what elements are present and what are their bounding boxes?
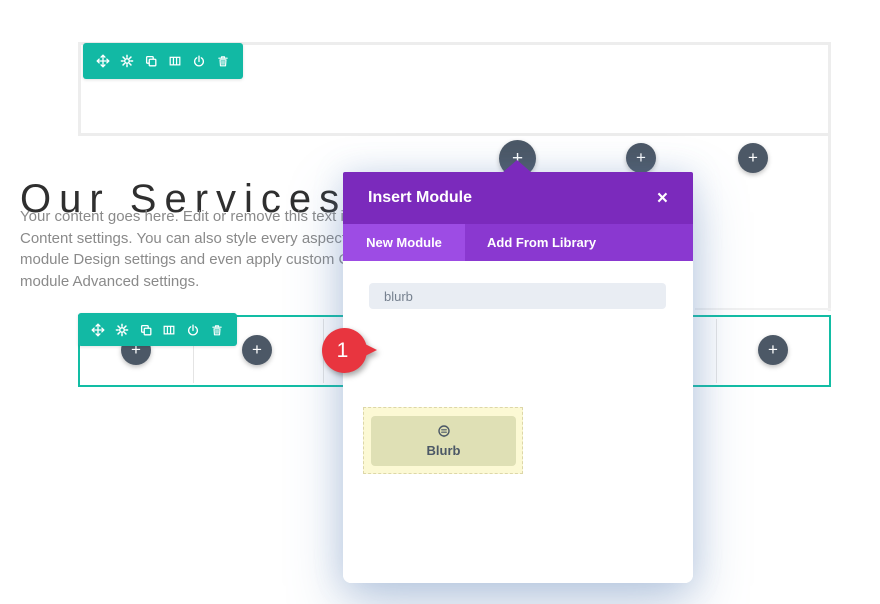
column-divider: [716, 319, 717, 383]
close-icon[interactable]: ×: [657, 189, 668, 208]
row-toolbar-top: [83, 43, 243, 79]
add-module-button[interactable]: +: [626, 143, 656, 173]
duplicate-icon[interactable]: [144, 54, 158, 68]
duplicate-icon[interactable]: [139, 323, 153, 337]
modal-body: Blurb: [343, 261, 693, 583]
delete-trash-icon[interactable]: [210, 323, 224, 337]
move-icon[interactable]: [91, 323, 105, 337]
modal-header: Insert Module ×: [343, 172, 693, 224]
row-toolbar-bottom: [78, 313, 237, 346]
section-right-border: [828, 133, 831, 311]
tab-label: New Module: [366, 235, 442, 250]
settings-gear-icon[interactable]: [115, 323, 129, 337]
move-icon[interactable]: [96, 54, 110, 68]
module-search-input[interactable]: [369, 283, 666, 309]
settings-gear-icon[interactable]: [120, 54, 134, 68]
annotation-number: 1: [337, 339, 349, 363]
module-result-blurb[interactable]: Blurb: [371, 416, 516, 466]
section-bottom-border: [695, 308, 831, 310]
tab-add-from-library[interactable]: Add From Library: [465, 224, 596, 261]
annotation-step-badge: 1: [322, 328, 367, 373]
add-module-button[interactable]: +: [758, 335, 788, 365]
tab-label: Add From Library: [487, 235, 596, 250]
save-to-library-icon[interactable]: [186, 323, 200, 337]
tab-new-module[interactable]: New Module: [343, 224, 465, 261]
module-result-label: Blurb: [427, 443, 461, 458]
column-structure-icon[interactable]: [162, 323, 176, 337]
modal-caret: [502, 160, 532, 173]
blurb-module-icon: [436, 424, 452, 440]
modal-tab-bar: New Module Add From Library: [343, 224, 693, 261]
delete-trash-icon[interactable]: [216, 54, 230, 68]
add-module-button[interactable]: +: [242, 335, 272, 365]
insert-module-modal: Insert Module × New Module Add From Libr…: [343, 172, 693, 583]
column-structure-icon[interactable]: [168, 54, 182, 68]
save-to-library-icon[interactable]: [192, 54, 206, 68]
modal-title: Insert Module: [368, 189, 472, 207]
add-module-button[interactable]: +: [738, 143, 768, 173]
tutorial-highlight: Blurb: [363, 407, 523, 474]
